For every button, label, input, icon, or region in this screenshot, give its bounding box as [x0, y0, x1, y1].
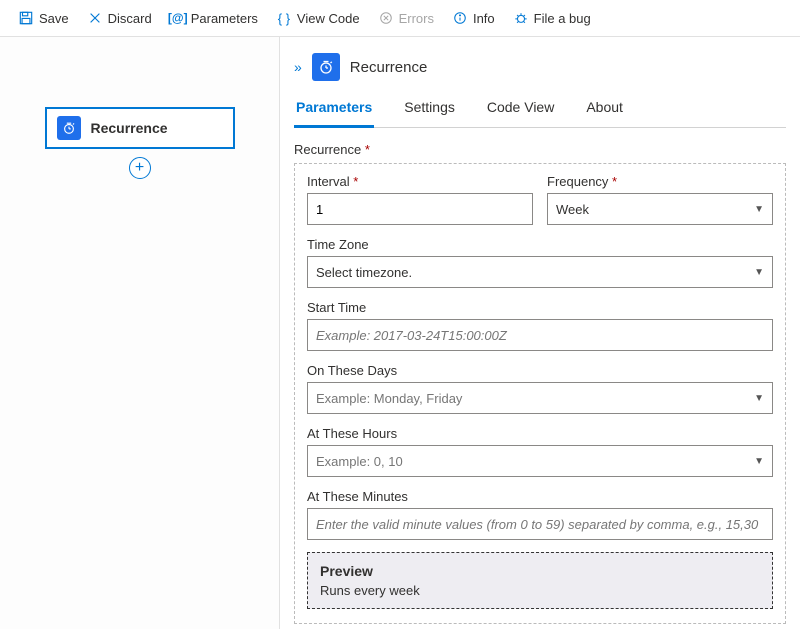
chevron-down-icon: ▼ — [754, 204, 764, 215]
schedule-icon — [57, 116, 81, 140]
interval-input[interactable] — [307, 193, 533, 225]
braces-icon: { } — [276, 10, 292, 26]
save-icon — [18, 10, 34, 26]
preview-title: Preview — [320, 563, 760, 579]
details-panel: » Recurrence Parameters Settings Code Vi… — [280, 37, 800, 629]
on-days-select[interactable]: Example: Monday, Friday ▼ — [307, 382, 773, 414]
error-circle-icon — [378, 10, 394, 26]
tab-about[interactable]: About — [584, 93, 625, 127]
parameters-label: Parameters — [191, 11, 258, 26]
file-bug-label: File a bug — [534, 11, 591, 26]
recurrence-section-label: Recurrence — [294, 142, 786, 157]
panel-tabs: Parameters Settings Code View About — [294, 93, 786, 128]
file-bug-button[interactable]: File a bug — [505, 6, 599, 30]
timezone-label: Time Zone — [307, 237, 773, 252]
view-code-label: View Code — [297, 11, 360, 26]
schedule-icon — [312, 53, 340, 81]
at-hours-label: At These Hours — [307, 426, 773, 441]
recurrence-node[interactable]: Recurrence — [45, 107, 235, 149]
save-button[interactable]: Save — [10, 6, 77, 30]
errors-button: Errors — [370, 6, 442, 30]
recurrence-fieldset: Interval Frequency Week ▼ Time Zone Sele… — [294, 163, 786, 624]
discard-icon — [87, 10, 103, 26]
save-label: Save — [39, 11, 69, 26]
node-title: Recurrence — [91, 120, 168, 136]
at-minutes-label: At These Minutes — [307, 489, 773, 504]
interval-label: Interval — [307, 174, 533, 189]
tab-parameters[interactable]: Parameters — [294, 93, 374, 128]
frequency-select[interactable]: Week ▼ — [547, 193, 773, 225]
discard-button[interactable]: Discard — [79, 6, 160, 30]
at-minutes-input[interactable] — [307, 508, 773, 540]
errors-label: Errors — [399, 11, 434, 26]
at-hours-select[interactable]: Example: 0, 10 ▼ — [307, 445, 773, 477]
plus-icon: + — [135, 159, 144, 177]
info-button[interactable]: Info — [444, 6, 503, 30]
parameters-button[interactable]: [@] Parameters — [162, 6, 266, 30]
chevron-down-icon: ▼ — [754, 393, 764, 404]
timezone-value: Select timezone. — [316, 265, 412, 280]
info-label: Info — [473, 11, 495, 26]
discard-label: Discard — [108, 11, 152, 26]
panel-title: Recurrence — [350, 59, 428, 76]
at-hours-value: Example: 0, 10 — [316, 454, 403, 469]
preview-box: Preview Runs every week — [307, 552, 773, 609]
info-icon — [452, 10, 468, 26]
chevron-down-icon: ▼ — [754, 267, 764, 278]
start-time-input[interactable] — [307, 319, 773, 351]
parameters-icon: [@] — [170, 10, 186, 26]
on-days-value: Example: Monday, Friday — [316, 391, 462, 406]
chevron-down-icon: ▼ — [754, 456, 764, 467]
frequency-value: Week — [556, 202, 589, 217]
bug-icon — [513, 10, 529, 26]
collapse-panel-button[interactable]: » — [294, 59, 302, 75]
add-step-button[interactable]: + — [129, 157, 151, 179]
view-code-button[interactable]: { } View Code — [268, 6, 368, 30]
toolbar: Save Discard [@] Parameters { } View Cod… — [0, 0, 800, 37]
tab-settings[interactable]: Settings — [402, 93, 457, 127]
timezone-select[interactable]: Select timezone. ▼ — [307, 256, 773, 288]
designer-canvas[interactable]: Recurrence + — [0, 37, 280, 629]
chevron-double-right-icon: » — [294, 59, 302, 75]
start-time-label: Start Time — [307, 300, 773, 315]
tab-code-view[interactable]: Code View — [485, 93, 556, 127]
frequency-label: Frequency — [547, 174, 773, 189]
panel-header: » Recurrence — [294, 37, 786, 93]
on-days-label: On These Days — [307, 363, 773, 378]
preview-text: Runs every week — [320, 583, 760, 598]
